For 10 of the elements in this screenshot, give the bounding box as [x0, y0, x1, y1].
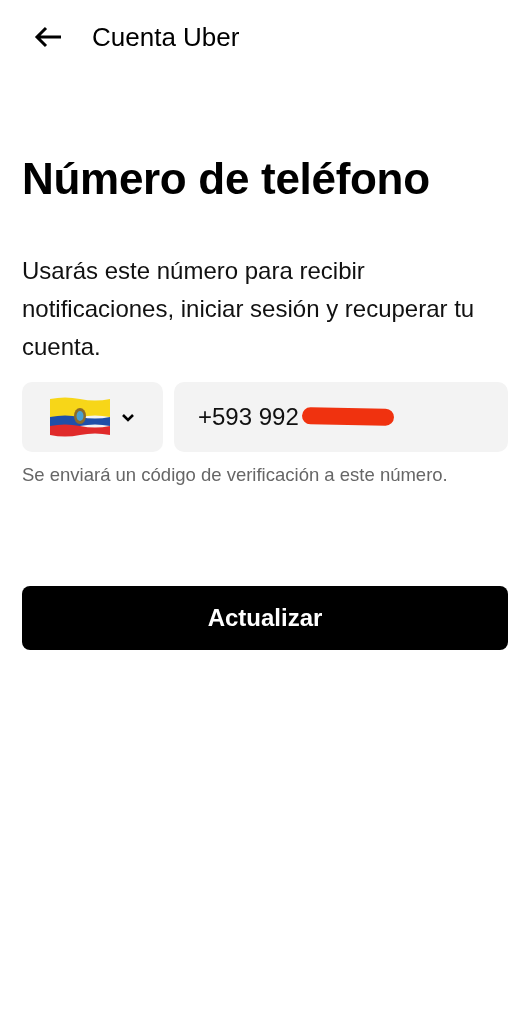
flag-icon: [50, 397, 110, 437]
page-title: Número de teléfono: [22, 154, 431, 204]
phone-field[interactable]: +593 992: [174, 382, 508, 452]
chevron-down-icon: [121, 412, 135, 422]
update-button[interactable]: Actualizar: [22, 586, 508, 650]
helper-text: Se enviará un código de verificación a este número.: [22, 464, 449, 486]
back-arrow-icon: [34, 26, 62, 48]
country-picker[interactable]: [22, 382, 163, 452]
header-title: Cuenta Uber: [92, 21, 240, 53]
description: Usarás este número para recibir notificaciones, iniciar sesión y recuperar tu cuenta.: [22, 256, 476, 362]
